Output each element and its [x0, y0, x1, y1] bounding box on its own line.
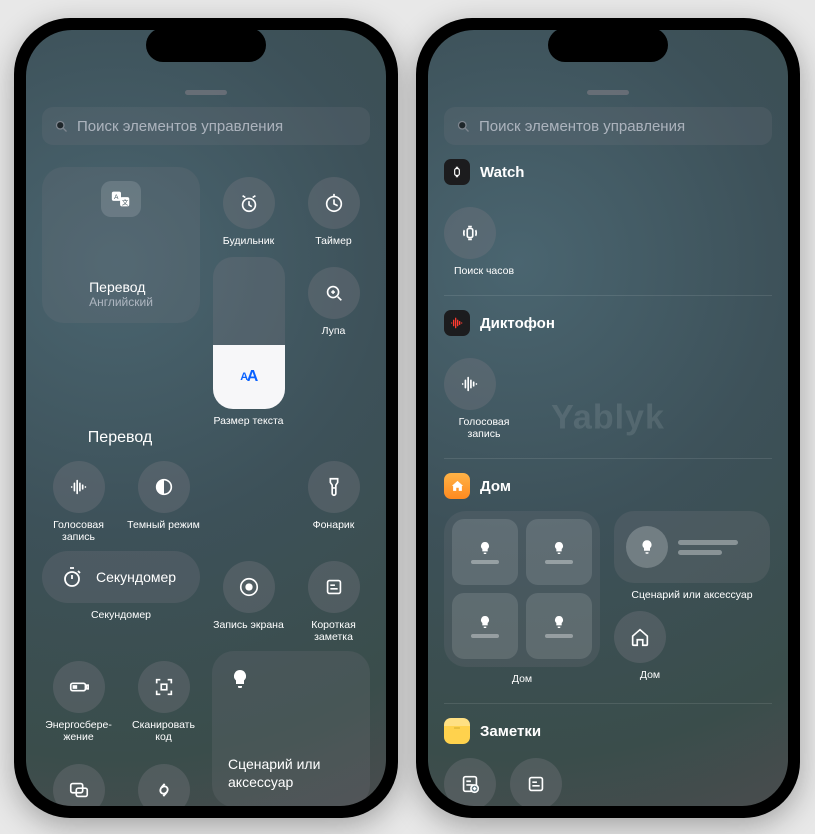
translate-control-tile[interactable]: A文 Перевод Английский [42, 167, 200, 323]
home-grid-tile[interactable] [444, 511, 600, 667]
sheet-grabber[interactable] [185, 90, 227, 95]
screen-record-button[interactable] [223, 561, 275, 613]
home-accessory-mini [526, 519, 592, 585]
dynamic-island [146, 28, 266, 62]
ping-watch-label: Поиск часов [444, 265, 524, 277]
alarm-icon [238, 192, 260, 214]
new-note-button[interactable] [444, 758, 496, 806]
low-power-label: Энергосбере-жение [42, 719, 115, 743]
lightbulb-icon [228, 667, 252, 691]
home-grid-caption: Дом [512, 673, 532, 685]
text-size-label: Размер текста [213, 415, 283, 427]
home-accessory-mini [452, 593, 518, 659]
home-title: Дом [480, 478, 511, 495]
translate-title: Перевод [89, 279, 153, 295]
dynamic-island [548, 28, 668, 62]
translate-icon: A文 [101, 181, 141, 217]
iphone-right: Yablyk Поиск элементов управления Watch [416, 18, 800, 818]
dark-mode-label: Темный режим [127, 519, 200, 531]
stopwatch-icon [60, 565, 84, 589]
home-scene-tile[interactable]: Сценарий или аксессуар [212, 651, 370, 806]
home-app-icon [444, 473, 470, 499]
mirror-icon [68, 779, 90, 801]
magnifier-icon [323, 282, 345, 304]
quick-note-label: Короткая заметка [297, 619, 370, 643]
qr-icon [153, 676, 175, 698]
dark-mode-icon [153, 476, 175, 498]
translate-caption: Перевод [42, 429, 198, 447]
dark-mode-button[interactable] [138, 461, 190, 513]
low-power-button[interactable] [53, 661, 105, 713]
waveform-icon [459, 373, 481, 395]
home-scene-label: Сценарий или аксессуар [228, 756, 354, 791]
home-accessory-tile[interactable] [614, 511, 770, 583]
home-single-caption: Дом [614, 669, 686, 681]
magnifier-label: Лупа [322, 325, 346, 337]
alarm-button[interactable] [223, 177, 275, 229]
screen-record-label: Запись экрана [213, 619, 284, 631]
shazam-icon [153, 779, 175, 801]
flashlight-button[interactable] [308, 461, 360, 513]
watch-title: Watch [480, 164, 524, 181]
screen-mirroring-button[interactable] [53, 764, 105, 807]
notes-title: Заметки [480, 723, 541, 740]
note-add-icon [459, 773, 481, 795]
home-accessory-caption: Сценарий или аксессуар [631, 589, 752, 601]
quick-note-icon [323, 576, 345, 598]
voice-memo-button[interactable] [53, 461, 105, 513]
home-accessory-mini [452, 519, 518, 585]
home-accessory-mini [526, 593, 592, 659]
stopwatch-tile-label: Секундомер [96, 569, 176, 585]
stopwatch-button-wide[interactable]: Секундомер [42, 551, 200, 603]
house-icon [629, 626, 651, 648]
quick-note-button[interactable] [510, 758, 562, 806]
search-icon [54, 119, 69, 134]
svg-text:文: 文 [122, 198, 129, 207]
voicememo-title: Диктофон [480, 315, 555, 332]
lightbulb-icon [626, 526, 668, 568]
text-size-slider[interactable]: AA [213, 257, 285, 409]
timer-label: Таймер [315, 235, 352, 247]
shazam-button[interactable] [138, 764, 190, 807]
voicememo-app-icon [444, 310, 470, 336]
magnifier-button[interactable] [308, 267, 360, 319]
lightbulb-icon [481, 542, 489, 554]
alarm-label: Будильник [223, 235, 274, 247]
notes-app-icon [444, 718, 470, 744]
search-icon [456, 119, 471, 134]
notes-section: Заметки [444, 703, 772, 806]
search-placeholder: Поиск элементов управления [77, 118, 283, 135]
voice-memo-label: Голосовая запись [42, 519, 115, 543]
home-section: Дом Дом [444, 458, 772, 685]
iphone-left: Поиск элементов управления A文 Перевод Ан… [14, 18, 398, 818]
waveform-icon [68, 476, 90, 498]
search-input[interactable]: Поиск элементов управления [444, 107, 772, 145]
scan-code-button[interactable] [138, 661, 190, 713]
search-input[interactable]: Поиск элементов управления [42, 107, 370, 145]
quick-note-icon [525, 773, 547, 795]
ping-watch-icon [459, 222, 481, 244]
timer-icon [323, 192, 345, 214]
text-size-icon: AA [213, 345, 285, 409]
stopwatch-caption: Секундомер [91, 609, 151, 621]
screen-right: Yablyk Поиск элементов управления Watch [428, 30, 788, 806]
sheet-grabber[interactable] [587, 90, 629, 95]
flashlight-label: Фонарик [313, 519, 355, 531]
quick-note-button[interactable] [308, 561, 360, 613]
ping-watch-button[interactable] [444, 207, 496, 259]
translate-subtitle: Английский [89, 295, 153, 309]
record-icon [238, 576, 260, 598]
battery-icon [68, 676, 90, 698]
svg-text:A: A [114, 194, 119, 201]
scan-code-label: Сканировать код [127, 719, 200, 743]
flashlight-icon [323, 476, 345, 498]
voice-memo-label: Голосовая запись [444, 416, 524, 440]
search-placeholder: Поиск элементов управления [479, 118, 685, 135]
voicememo-section: Диктофон Голосовая запись [444, 295, 772, 440]
timer-button[interactable] [308, 177, 360, 229]
watch-app-icon [444, 159, 470, 185]
voice-memo-button[interactable] [444, 358, 496, 410]
home-button[interactable] [614, 611, 666, 663]
screen-left: Поиск элементов управления A文 Перевод Ан… [26, 30, 386, 806]
